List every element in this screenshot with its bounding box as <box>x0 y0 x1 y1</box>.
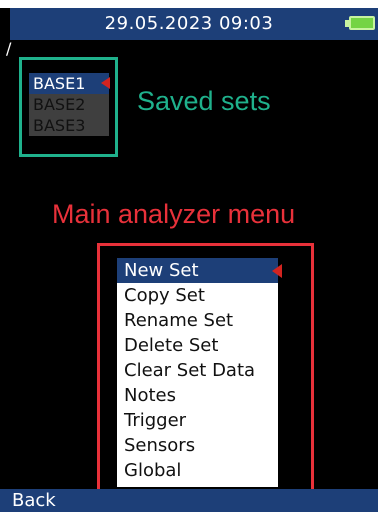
menu-item-label: New Set <box>124 260 199 281</box>
saved-set-label: BASE1 <box>33 74 86 93</box>
status-bar-left-edge <box>0 8 10 40</box>
menu-item-label: Sensors <box>124 435 196 456</box>
saved-set-label: BASE3 <box>33 116 86 135</box>
menu-item-label: Delete Set <box>124 335 219 356</box>
status-bar: 29.05.2023 09:03 <box>0 0 378 40</box>
saved-set-item-base2[interactable]: BASE2 <box>29 94 109 115</box>
main-menu-annotation: Main analyzer menu <box>52 199 296 229</box>
saved-sets-annotation: Saved sets <box>137 86 271 116</box>
datetime-display: 29.05.2023 09:03 <box>104 13 274 34</box>
menu-item-notes[interactable]: Notes <box>117 383 278 408</box>
selection-marker-icon <box>101 77 110 89</box>
menu-item-clear-set-data[interactable]: Clear Set Data <box>117 358 278 383</box>
menu-item-global[interactable]: Global <box>117 458 278 483</box>
menu-item-copy-set[interactable]: Copy Set <box>117 283 278 308</box>
menu-item-label: Global <box>124 460 182 481</box>
top-edge <box>0 0 378 8</box>
selection-marker-icon <box>272 264 282 278</box>
menu-item-trigger[interactable]: Trigger <box>117 408 278 433</box>
menu-item-new-set[interactable]: New Set <box>117 258 282 283</box>
battery-full-icon <box>349 16 375 30</box>
menu-item-label: Notes <box>124 385 176 406</box>
bottom-softkey-bar: Back <box>0 489 378 512</box>
menu-item-rename-set[interactable]: Rename Set <box>117 308 278 333</box>
saved-set-item-base1[interactable]: BASE1 <box>29 73 110 94</box>
menu-item-sensors[interactable]: Sensors <box>117 433 278 458</box>
menu-item-label: Clear Set Data <box>124 360 256 381</box>
menu-item-delete-set[interactable]: Delete Set <box>117 333 278 358</box>
menu-item-label: Rename Set <box>124 310 234 331</box>
current-path: / <box>6 39 12 58</box>
menu-item-label: Copy Set <box>124 285 205 306</box>
saved-set-item-base3[interactable]: BASE3 <box>29 115 109 136</box>
saved-set-label: BASE2 <box>33 95 86 114</box>
back-softkey[interactable]: Back <box>12 489 56 512</box>
menu-item-label: Trigger <box>124 410 187 431</box>
main-analyzer-menu: New Set Copy Set Rename Set Delete Set C… <box>117 258 282 487</box>
saved-sets-list: BASE1 BASE2 BASE3 <box>29 73 110 136</box>
